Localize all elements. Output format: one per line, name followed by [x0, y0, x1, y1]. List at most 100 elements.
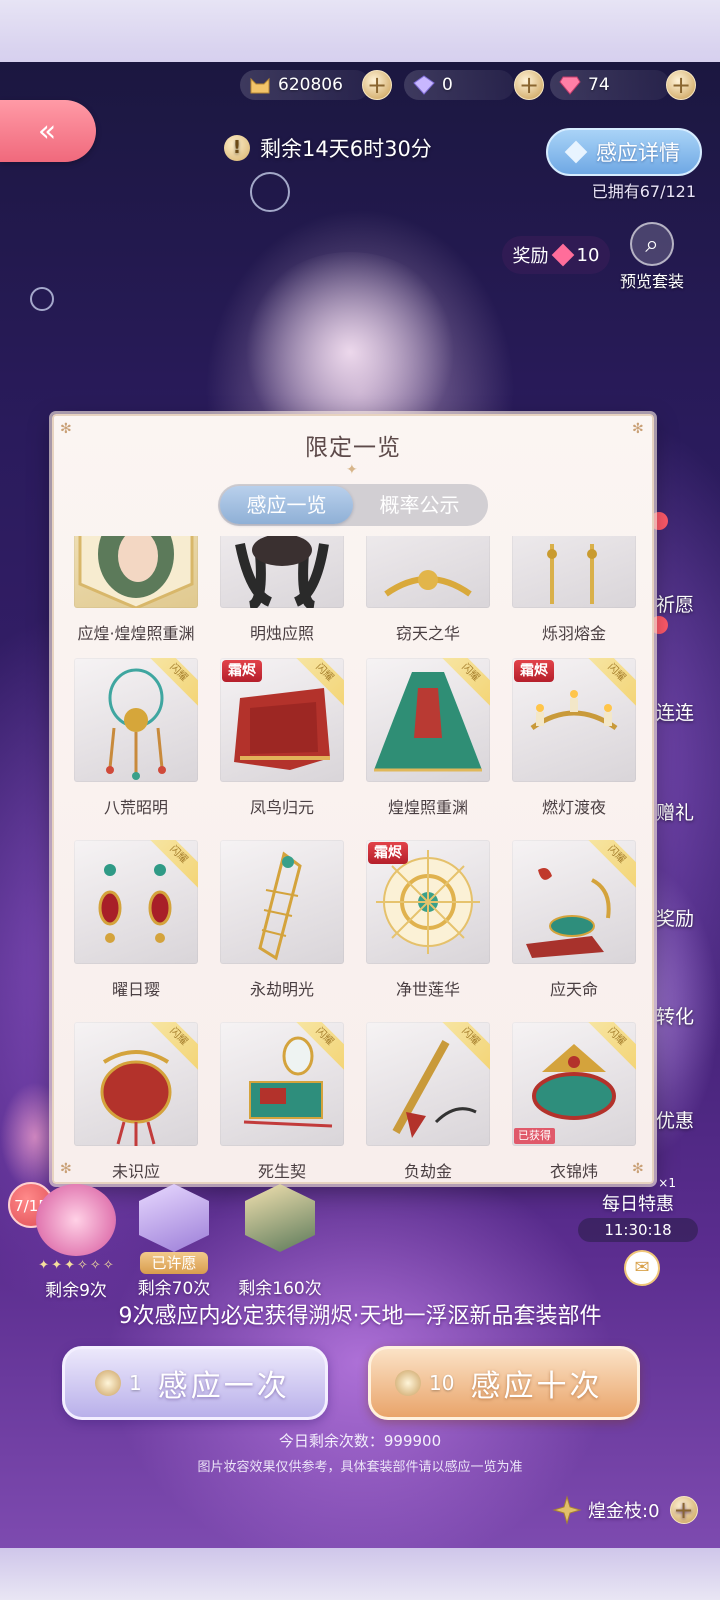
title-ornament-icon: ✦ — [346, 462, 358, 478]
item-thumbnail: 闪耀 — [366, 1022, 490, 1146]
star-icon: ✦ — [38, 1258, 50, 1273]
pool-avatar — [139, 1184, 209, 1252]
item-thumbnail: 霜烬 — [366, 840, 490, 964]
crystal-icon — [412, 74, 436, 96]
magnifier-icon: ⌕ — [630, 222, 674, 266]
item-card[interactable]: 烁羽熔金 — [512, 536, 636, 644]
item-card[interactable]: 闪耀 煌煌照重渊 — [366, 658, 490, 818]
item-card[interactable]: 霜烬 闪耀 凤鸟归元 — [220, 658, 344, 818]
bottom-mist — [0, 1548, 720, 1600]
item-card[interactable]: 闪耀 曜日璎 — [74, 840, 198, 1000]
item-card[interactable]: 应煌·煌煌照重渊 — [74, 536, 198, 644]
pool-avatar — [36, 1184, 116, 1256]
disclaimer: 图片妆容效果仅供参考，具体套装部件请以感应一览为准 — [197, 1460, 523, 1475]
exclamation-icon: ! — [224, 135, 250, 161]
item-thumbnail — [220, 840, 344, 964]
add-diamond-button[interactable]: + — [666, 70, 696, 100]
daily-deal[interactable]: ×1 每日特惠 11:30:18 — [578, 1176, 698, 1242]
add-gold-branch-button[interactable]: + — [669, 1496, 698, 1524]
item-name: 八荒昭明 — [103, 798, 168, 817]
gold-branch-icon — [552, 1495, 582, 1525]
daily-deal-timer: 11:30:18 — [578, 1218, 698, 1242]
preview-outfit-button[interactable]: ⌕ 预览套装 — [610, 222, 694, 292]
item-name: 净世莲华 — [395, 980, 460, 999]
star-icon: ✧ — [77, 1258, 88, 1273]
daily-deal-count: ×1 — [658, 1176, 676, 1190]
item-name: 死生契 — [257, 1162, 306, 1181]
summon-detail-label: 感应详情 — [596, 141, 680, 165]
item-card[interactable]: 闪耀 应天命 — [512, 840, 636, 1000]
item-name: 明烛应照 — [249, 624, 314, 643]
mail-icon[interactable]: ✉ — [624, 1250, 660, 1286]
pool-remaining: 剩余70次 — [137, 1279, 211, 1299]
item-card[interactable]: 闪耀 未识应 — [74, 1022, 198, 1182]
item-card[interactable]: 明烛应照 — [220, 536, 344, 644]
star-icon: ✧ — [89, 1258, 101, 1273]
item-thumbnail — [512, 536, 636, 608]
item-name: 曜日璎 — [111, 980, 160, 999]
remaining-today: 今日剩余次数：999900 — [278, 1432, 442, 1450]
gold-flower-icon — [395, 1370, 421, 1396]
item-thumbnail: 闪耀 — [366, 658, 490, 782]
badge-obtained: 已获得 — [514, 1128, 555, 1144]
timer-text: 剩余14天6时30分 — [260, 137, 432, 161]
tab-probability[interactable]: 概率公示 — [353, 486, 486, 524]
item-grid: 应煌·煌煌照重渊 明烛应照 窃天之华 烁羽熔金 闪耀 八荒昭明 霜烬 闪耀 凤鸟… — [54, 536, 652, 1182]
summon-detail-button[interactable]: 感应详情 — [546, 128, 702, 176]
item-name: 应天命 — [549, 980, 598, 999]
pool-item-3[interactable]: 剩余160次 — [234, 1184, 326, 1299]
item-card[interactable]: 闪耀 已获得 衣锦炜 — [512, 1022, 636, 1182]
item-thumbnail: 闪耀 — [220, 1022, 344, 1146]
item-name: 负劫金 — [403, 1162, 452, 1181]
summon-ten-button[interactable]: 10 感应十次 — [368, 1346, 640, 1420]
item-thumbnail — [366, 536, 490, 608]
gem-icon — [551, 243, 574, 267]
summon-once-button[interactable]: 1 感应一次 — [62, 1346, 328, 1420]
gold-currency: 620806 — [240, 70, 370, 100]
diamond-shape-icon — [564, 140, 588, 164]
item-name: 窃天之华 — [395, 624, 460, 643]
item-name: 凤鸟归元 — [249, 798, 314, 817]
summon-ten-label: 感应十次 — [470, 1369, 603, 1404]
pool-remaining: 剩余160次 — [238, 1279, 322, 1299]
item-card[interactable]: 闪耀 负劫金 — [366, 1022, 490, 1182]
badge-frost: 霜烬 — [368, 842, 408, 864]
preview-label: 预览套装 — [619, 272, 684, 291]
item-name: 永劫明光 — [249, 980, 314, 999]
star-icon: ✦ — [51, 1258, 63, 1273]
currency-bar: 620806 + 0 + 74 + — [240, 68, 708, 102]
item-thumbnail: 闪耀 已获得 — [512, 1022, 636, 1146]
item-thumbnail: 霜烬 闪耀 — [220, 658, 344, 782]
item-card[interactable]: 窃天之华 — [366, 536, 490, 644]
item-card[interactable]: 霜烬 净世莲华 — [366, 840, 490, 1000]
item-card[interactable]: 霜烬 闪耀 燃灯渡夜 — [512, 658, 636, 818]
back-button[interactable]: « — [0, 100, 96, 162]
item-name: 应煌·煌煌照重渊 — [77, 624, 195, 643]
reward-badge[interactable]: 奖励 10 — [502, 236, 610, 274]
item-card[interactable]: 闪耀 八荒昭明 — [74, 658, 198, 818]
summon-ten-cost: 10 — [429, 1371, 455, 1395]
item-card[interactable]: 永劫明光 — [220, 840, 344, 1000]
double-chevron-left-icon: « — [37, 113, 57, 149]
pool-item-1[interactable]: ✦ ✦ ✦ ✧ ✧ ✧ 剩余9次 — [20, 1184, 132, 1301]
wished-status: 已许愿 — [140, 1252, 208, 1274]
cat-coin-icon — [248, 74, 272, 96]
earring-art-icon — [547, 544, 597, 604]
add-gold-button[interactable]: + — [362, 70, 392, 100]
item-thumbnail: 闪耀 — [512, 840, 636, 964]
item-thumbnail: 霜烬 闪耀 — [512, 658, 636, 782]
item-card[interactable]: 闪耀 死生契 — [220, 1022, 344, 1182]
add-crystal-button[interactable]: + — [514, 70, 544, 100]
owned-count: 已拥有67/121 — [591, 182, 696, 201]
portrait-art-icon — [78, 536, 194, 608]
crystal-amount: 0 — [442, 75, 453, 95]
tab-summon-list[interactable]: 感应一览 — [220, 486, 353, 524]
star-rating: ✦ ✦ ✦ ✧ ✧ ✧ — [20, 1258, 132, 1276]
item-name: 燃灯渡夜 — [541, 798, 606, 817]
item-thumbnail — [74, 536, 198, 608]
panel-tabs: 感应一览 概率公示 — [218, 484, 488, 526]
pool-item-2[interactable]: 已许愿 剩余70次 — [134, 1184, 214, 1299]
summon-once-label: 感应一次 — [157, 1369, 290, 1404]
event-timer: ! 剩余14天6时30分 — [224, 130, 564, 166]
